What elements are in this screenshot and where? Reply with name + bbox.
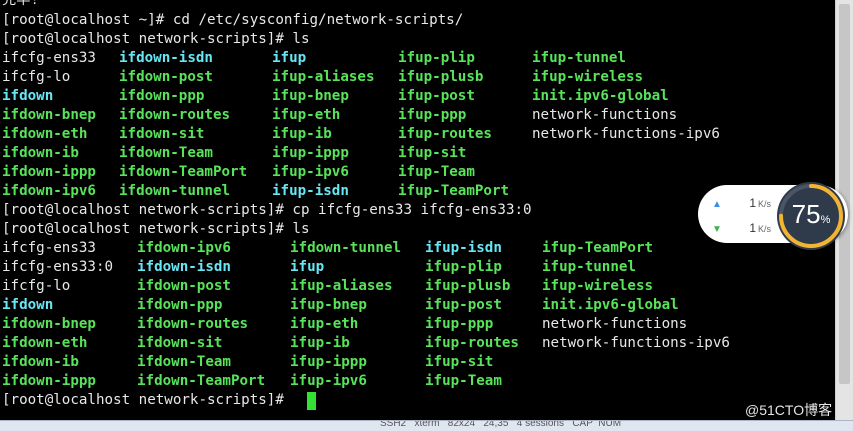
file-entry: ifdown-TeamPort: [119, 164, 248, 180]
file-entry: ifup-post: [425, 297, 502, 313]
file-entry: ifdown-post: [137, 278, 231, 294]
terminal-line: 完毕!: [2, 0, 39, 8]
file-entry: network-functions-ipv6: [532, 126, 720, 142]
download-speed-unit: K/s: [758, 224, 772, 234]
file-entry: ifup-eth: [272, 107, 341, 123]
file-entry: ifdown-isdn: [137, 259, 231, 275]
file-entry: ifdown-ppp: [119, 88, 205, 104]
file-entry: ifup-Team: [398, 164, 475, 180]
gauge-readout: 75%: [776, 196, 846, 238]
file-entry: ifup-bnep: [290, 297, 367, 313]
file-entry: ifdown-post: [119, 69, 213, 85]
file-entry: ifup-ippp: [290, 354, 367, 370]
file-entry: ifdown-ipv6: [2, 183, 96, 199]
file-entry: ifcfg-ens33: [2, 50, 96, 66]
download-speed: ▼ 1 K/s: [712, 220, 771, 236]
file-entry: ifcfg-ens33:0: [2, 259, 114, 275]
file-entry: ifup-ppp: [425, 316, 494, 332]
file-entry: ifup-isdn: [272, 183, 349, 199]
file-entry: network-functions-ipv6: [542, 335, 730, 351]
file-entry: ifup-isdn: [425, 240, 502, 256]
file-entry: ifdown-eth: [2, 335, 88, 351]
file-entry: ifdown-ippp: [2, 373, 96, 389]
file-entry: ifup-routes: [398, 126, 492, 142]
file-entry: ifup: [290, 259, 325, 275]
file-entry: ifup-plusb: [398, 69, 484, 85]
file-entry: ifdown-ippp: [2, 164, 96, 180]
file-entry: ifup-tunnel: [542, 259, 636, 275]
upload-speed: ▲ 1 K/s: [712, 195, 771, 211]
terminal-line: [root@localhost network-scripts]#: [2, 392, 293, 408]
terminal-line: [root@localhost network-scripts]# cp ifc…: [2, 202, 532, 218]
file-entry: ifup-Team: [425, 373, 502, 389]
file-entry: ifup-ib: [272, 126, 332, 142]
file-entry: ifup-routes: [425, 335, 519, 351]
download-arrow-icon: ▼: [712, 224, 722, 235]
gauge-percent-value: 75: [791, 199, 821, 229]
file-entry: ifdown-routes: [137, 316, 249, 332]
terminal-line: [root@localhost network-scripts]# ls: [2, 221, 310, 237]
file-entry: ifcfg-lo: [2, 278, 71, 294]
file-entry: ifdown-tunnel: [290, 240, 402, 256]
file-entry: ifup-plip: [398, 50, 475, 66]
file-entry: ifup-ipv6: [290, 373, 367, 389]
file-entry: ifdown-eth: [2, 126, 88, 142]
upload-arrow-icon: ▲: [712, 199, 722, 210]
file-entry: ifup-plusb: [425, 278, 511, 294]
file-entry: ifdown-routes: [119, 107, 231, 123]
file-entry: ifdown-tunnel: [119, 183, 231, 199]
file-entry: ifup-ipv6: [272, 164, 349, 180]
file-entry: ifdown-bnep: [2, 316, 96, 332]
file-entry: ifup-TeamPort: [398, 183, 510, 199]
file-entry: ifdown-TeamPort: [137, 373, 266, 389]
file-entry: network-functions: [542, 316, 688, 332]
file-entry: init.ipv6-global: [532, 88, 669, 104]
file-entry: ifdown-ipv6: [137, 240, 231, 256]
status-bar-text: SSH2 xterm 82x24 24,35 4 sessions CAP NU…: [380, 420, 622, 429]
upload-speed-unit: K/s: [758, 199, 772, 209]
gauge-percent-sign: %: [820, 214, 831, 226]
terminal-cursor: [307, 392, 316, 410]
file-entry: ifdown-ppp: [137, 297, 223, 313]
terminal-line: [root@localhost network-scripts]# ls: [2, 31, 310, 47]
file-entry: ifup-wireless: [532, 69, 644, 85]
file-entry: ifdown: [2, 88, 54, 104]
file-entry: ifdown-isdn: [119, 50, 213, 66]
file-entry: ifup-ippp: [272, 145, 349, 161]
file-entry: ifcfg-ens33: [2, 240, 96, 256]
file-entry: ifdown-ib: [2, 145, 79, 161]
file-entry: ifup-sit: [398, 145, 467, 161]
upload-speed-value: 1: [749, 196, 756, 210]
file-entry: ifup-aliases: [272, 69, 375, 85]
file-entry: ifup-ib: [290, 335, 350, 351]
file-entry: ifdown-Team: [137, 354, 231, 370]
file-entry: ifup-ppp: [398, 107, 467, 123]
file-entry: ifup-tunnel: [532, 50, 626, 66]
file-entry: ifdown-Team: [119, 145, 213, 161]
file-entry: ifup-sit: [425, 354, 494, 370]
file-entry: ifup-wireless: [542, 278, 654, 294]
file-entry: ifdown: [2, 297, 54, 313]
file-entry: ifdown-ib: [2, 354, 79, 370]
file-entry: network-functions: [532, 107, 678, 123]
file-entry: init.ipv6-global: [542, 297, 679, 313]
file-entry: ifup-eth: [290, 316, 359, 332]
file-entry: ifup-aliases: [290, 278, 393, 294]
site-watermark: @51CTO博客: [745, 402, 833, 418]
file-entry: ifdown-sit: [137, 335, 223, 351]
file-entry: ifcfg-lo: [2, 69, 71, 85]
status-bar: SSH2 xterm 82x24 24,35 4 sessions CAP NU…: [0, 420, 853, 431]
file-entry: ifup-TeamPort: [542, 240, 654, 256]
download-speed-value: 1: [749, 221, 756, 235]
file-entry: ifdown-sit: [119, 126, 205, 142]
file-entry: ifup-bnep: [272, 88, 349, 104]
file-entry: ifup: [272, 50, 307, 66]
file-entry: ifup-post: [398, 88, 475, 104]
file-entry: ifdown-bnep: [2, 107, 96, 123]
terminal-line: [root@localhost ~]# cd /etc/sysconfig/ne…: [2, 12, 464, 28]
file-entry: ifup-plip: [425, 259, 502, 275]
